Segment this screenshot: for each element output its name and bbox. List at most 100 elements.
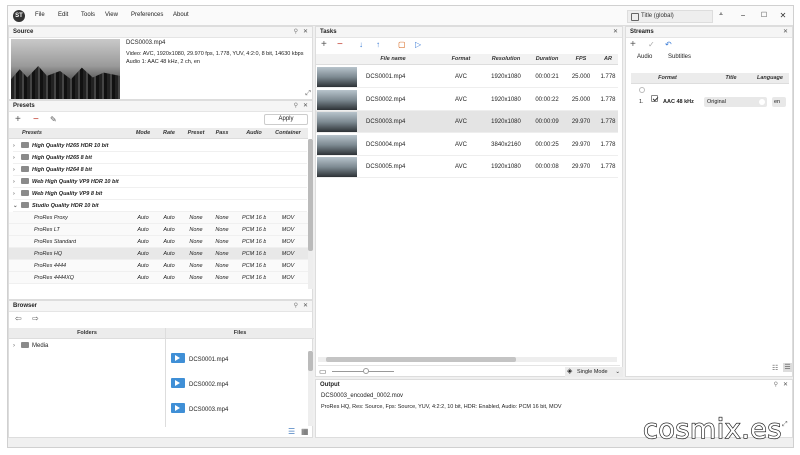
stream-row[interactable]: 1. AAC 48 kHz Original en [639, 95, 789, 109]
undo-icon[interactable]: ↶ [665, 40, 672, 49]
close-window-icon[interactable]: ✕ [778, 11, 788, 20]
settings-sliders-icon[interactable]: ☷ [772, 364, 778, 372]
stream-title-field[interactable]: Original [704, 97, 767, 107]
close-icon[interactable]: ✕ [303, 27, 308, 38]
preset-item[interactable]: ProRes HQAutoAutoNoneNonePCM 16 bitMOV [9, 248, 308, 260]
file-item[interactable]: DCS0001.mp4 [171, 353, 228, 363]
menu-tools[interactable]: Tools [81, 12, 95, 18]
select-all-radio[interactable] [639, 87, 645, 93]
grid-view-icon[interactable]: ▦ [301, 427, 309, 436]
preset-item[interactable]: ProRes ProxyAutoAutoNoneNonePCM 16 bitMO… [9, 212, 308, 224]
col-files[interactable]: Files [165, 328, 314, 339]
chevron-right-icon[interactable]: › [13, 152, 19, 164]
task-row[interactable]: DCS0005.mp4 AVC 1920x1080 00:00:08 29.970 1.7… [316, 156, 618, 178]
start-icon[interactable]: ▷ [415, 40, 421, 49]
browser-scrollbar[interactable] [308, 351, 313, 426]
col-folders[interactable]: Folders [9, 328, 165, 339]
tasks-hscrollbar[interactable] [318, 357, 617, 362]
remove-task-icon[interactable]: − [337, 39, 343, 50]
col-fps[interactable]: FPS [566, 54, 596, 65]
stop-icon[interactable]: ▢ [398, 40, 406, 49]
preset-item[interactable]: ProRes LTAutoAutoNoneNonePCM 16 bitMOV [9, 224, 308, 236]
add-stream-icon[interactable]: + [630, 39, 636, 50]
col-format[interactable]: Format [446, 54, 476, 65]
menu-edit[interactable]: Edit [58, 12, 68, 18]
chevron-right-icon[interactable]: › [13, 164, 19, 176]
close-icon[interactable]: ✕ [613, 27, 618, 38]
menu-view[interactable]: View [105, 12, 118, 18]
col-audio[interactable]: Audio [242, 128, 266, 139]
add-preset-icon[interactable]: + [15, 114, 21, 125]
task-row[interactable]: DCS0002.mp4 AVC 1920x1080 00:00:22 25.000 1.7… [316, 88, 618, 111]
edit-preset-icon[interactable]: ✎ [50, 115, 57, 124]
menu-about[interactable]: About [173, 12, 189, 18]
col-resolution[interactable]: Resolution [486, 54, 526, 65]
presets-scrollbar[interactable] [308, 139, 313, 289]
move-up-icon[interactable]: ↑ [376, 40, 380, 49]
add-task-icon[interactable]: + [321, 39, 327, 50]
tasks-hscroll-thumb[interactable] [326, 357, 516, 362]
preset-group[interactable]: › High Quality H265 8 bit [13, 152, 307, 164]
list-icon[interactable]: ☰ [783, 363, 792, 372]
file-item[interactable]: DCS0003.mp4 [171, 403, 228, 413]
col-title[interactable]: Title [719, 73, 743, 84]
tab-subtitles[interactable]: Subtitles [668, 54, 691, 60]
mode-selector[interactable]: ◈ Single Mode ⌄ [565, 367, 623, 377]
title-field[interactable]: Title (global) [627, 10, 713, 23]
maximize-icon[interactable]: ☐ [759, 11, 769, 19]
preset-item[interactable]: ProRes 4444AutoAutoNoneNonePCM 16 bitMOV [9, 260, 308, 272]
pin-icon[interactable]: ⚲ [774, 380, 778, 391]
preset-group[interactable]: › Web High Quality VP9 8 bit [13, 188, 307, 200]
menu-preferences[interactable]: Preferences [131, 12, 163, 18]
forward-icon[interactable]: ⇨ [32, 314, 39, 323]
close-icon[interactable]: ✕ [783, 27, 788, 38]
col-duration[interactable]: Duration [530, 54, 564, 65]
col-presets[interactable]: Presets [22, 128, 42, 139]
folder-media[interactable]: › Media [13, 342, 48, 349]
apply-button[interactable]: Apply [264, 114, 308, 125]
task-row[interactable]: DCS0003.mp4 AVC 1920x1080 00:00:09 29.970 1.7… [316, 111, 618, 133]
close-icon[interactable]: ✕ [783, 380, 788, 391]
chevron-right-icon[interactable]: › [13, 140, 19, 152]
preview-icon[interactable]: ▭ [319, 367, 327, 376]
col-mode[interactable]: Mode [133, 128, 153, 139]
col-container[interactable]: Container [273, 128, 303, 139]
list-view-icon[interactable]: ☰ [288, 427, 295, 436]
col-rate[interactable]: Rate [159, 128, 179, 139]
pin-icon[interactable]: ⚲ [294, 101, 298, 112]
tab-audio[interactable]: Audio [637, 54, 652, 60]
check-icon[interactable]: ✓ [648, 40, 655, 49]
move-down-icon[interactable]: ↓ [359, 40, 363, 49]
resize-icon[interactable]: ⤢ [782, 421, 788, 429]
presets-scroll-thumb[interactable] [308, 139, 313, 251]
preset-group[interactable]: ⌄ Studio Quality HDR 10 bit [13, 200, 307, 212]
stream-checkbox[interactable] [651, 95, 658, 102]
preset-group[interactable]: › High Quality H265 HDR 10 bit [13, 140, 307, 152]
file-item[interactable]: DCS0002.mp4 [171, 378, 228, 388]
col-preset[interactable]: Preset [184, 128, 208, 139]
menu-file[interactable]: File [35, 12, 45, 18]
remove-preset-icon[interactable]: − [33, 114, 39, 125]
browser-scroll-thumb[interactable] [308, 351, 313, 371]
pin-icon[interactable]: ⚲ [294, 301, 298, 312]
stream-language-field[interactable]: en [772, 97, 786, 107]
chevron-right-icon[interactable]: › [13, 176, 19, 188]
expand-icon[interactable]: ⤢ [305, 90, 311, 98]
close-icon[interactable]: ✕ [303, 101, 308, 112]
close-icon[interactable]: ✕ [303, 301, 308, 312]
back-icon[interactable]: ⇦ [15, 314, 22, 323]
clear-icon[interactable] [759, 99, 765, 105]
chevron-down-icon[interactable]: ⌄ [13, 200, 19, 212]
title-dropdown-icon[interactable]: ⩡ [716, 11, 726, 19]
pin-icon[interactable]: ⚲ [294, 27, 298, 38]
col-format[interactable]: Format [655, 73, 680, 84]
chevron-right-icon[interactable]: › [13, 188, 19, 200]
preset-item[interactable]: ProRes 4444XQAutoAutoNoneNonePCM 16 bitM… [9, 272, 308, 284]
zoom-slider-handle[interactable] [363, 368, 369, 374]
task-row[interactable]: DCS0001.mp4 AVC 1920x1080 00:00:21 25.000 1.7… [316, 66, 618, 88]
preset-item[interactable]: ProRes StandardAutoAutoNoneNonePCM 16 bi… [9, 236, 308, 248]
preset-group[interactable]: › High Quality H264 8 bit [13, 164, 307, 176]
task-row[interactable]: DCS0004.mp4 AVC 3840x2160 00:00:25 29.970 1.7… [316, 133, 618, 156]
col-file-name[interactable]: File name [360, 54, 426, 65]
minimize-icon[interactable]: − [738, 11, 748, 20]
